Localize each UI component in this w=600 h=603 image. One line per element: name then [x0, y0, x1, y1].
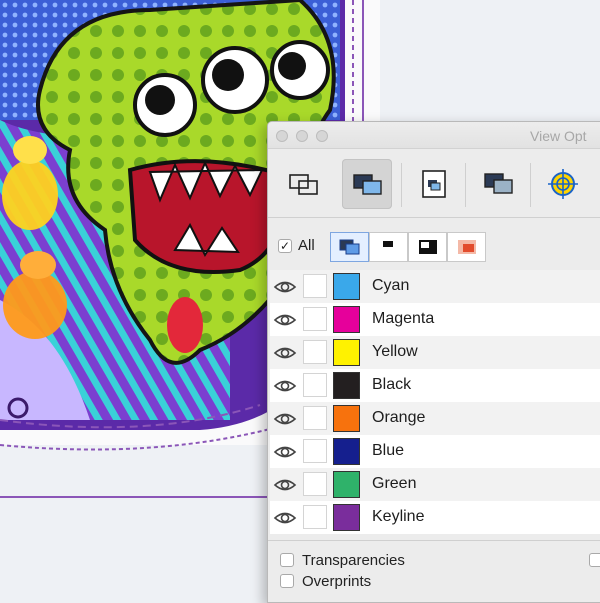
ink-lock-toggle[interactable] [303, 340, 327, 364]
ink-lock-toggle[interactable] [303, 307, 327, 331]
ink-name: Orange [372, 409, 426, 426]
composite-filter-button[interactable] [330, 232, 369, 262]
ink-swatch [333, 405, 360, 432]
ink-row[interactable]: Blue [270, 435, 600, 468]
eye-icon[interactable] [273, 475, 297, 495]
palette-title: View Opt [530, 128, 587, 144]
toolbar-divider [465, 163, 466, 207]
ink-swatch [333, 273, 360, 300]
all-inks-checkbox[interactable]: ✓ [278, 239, 292, 253]
stacked-rectangles-icon [289, 174, 318, 195]
transparencies-label: Transparencies [302, 552, 405, 569]
black-corner-filter-button[interactable] [408, 232, 447, 262]
ink-name: Black [372, 376, 412, 393]
ink-row[interactable]: Black [270, 369, 600, 402]
minimize-window-button[interactable] [296, 130, 308, 142]
separations-view-button[interactable] [278, 159, 328, 209]
eye-icon[interactable] [273, 508, 297, 528]
registration-target-icon [548, 169, 578, 199]
ink-lock-toggle[interactable] [303, 406, 327, 430]
eye-icon[interactable] [273, 442, 297, 462]
ink-name: Cyan [372, 277, 410, 294]
eye-icon[interactable] [273, 277, 297, 297]
options-footer: Transparencies Overprints [268, 540, 600, 602]
zoom-window-button[interactable] [316, 130, 328, 142]
ink-name: Yellow [372, 343, 418, 360]
filled-stacked-rectangles-icon [353, 174, 382, 195]
ink-row[interactable]: Keyline [270, 501, 600, 534]
all-inks-label: All [298, 237, 315, 254]
ink-lock-toggle[interactable] [303, 472, 327, 496]
black-top-icon [380, 240, 398, 254]
ink-name: Magenta [372, 310, 435, 327]
ink-row[interactable]: Magenta [270, 303, 600, 336]
eye-icon[interactable] [273, 343, 297, 363]
transparencies-checkbox[interactable] [280, 553, 294, 567]
ink-name: Green [372, 475, 417, 492]
overprints-label: Overprints [302, 573, 372, 590]
ink-swatch [333, 504, 360, 531]
ink-name: Blue [372, 442, 405, 459]
ink-row[interactable]: Green [270, 468, 600, 501]
ink-swatch [333, 471, 360, 498]
ink-row[interactable]: Yellow [270, 336, 600, 369]
eye-icon[interactable] [273, 376, 297, 396]
palette-titlebar[interactable]: View Opt [268, 122, 600, 149]
ink-lock-toggle[interactable] [303, 439, 327, 463]
ink-swatch [333, 339, 360, 366]
overlap-view-button[interactable] [473, 159, 523, 209]
ink-swatch [333, 438, 360, 465]
ink-name: Keyline [372, 508, 425, 525]
ink-row[interactable]: Orange [270, 402, 600, 435]
black-top-filter-button[interactable] [369, 232, 408, 262]
close-window-button[interactable] [276, 130, 288, 142]
registration-view-button[interactable] [538, 159, 588, 209]
ink-row[interactable]: Cyan [270, 270, 600, 303]
composite-view-button[interactable] [342, 159, 392, 209]
view-options-palette: View Opt ✓ All Cyan Magenta Yellow Black… [267, 121, 600, 603]
shadow-rectangles-icon [484, 173, 513, 194]
secondary-option-checkbox[interactable] [589, 553, 600, 567]
ink-lock-toggle[interactable] [303, 505, 327, 529]
ink-lock-toggle[interactable] [303, 274, 327, 298]
eye-icon[interactable] [273, 409, 297, 429]
ink-swatch [333, 372, 360, 399]
inset-plate-icon [422, 170, 446, 198]
plate-view-button[interactable] [408, 159, 458, 209]
ink-lock-toggle[interactable] [303, 373, 327, 397]
red-preview-filter-button[interactable] [447, 232, 486, 262]
overprints-checkbox[interactable] [280, 574, 294, 588]
black-corner-icon [419, 240, 437, 254]
red-preview-icon [458, 240, 476, 254]
view-mode-toolbar [268, 149, 600, 218]
ink-filter-row: ✓ All [268, 228, 600, 266]
composite-icon [339, 239, 360, 255]
toolbar-divider [401, 163, 402, 207]
ink-swatch [333, 306, 360, 333]
toolbar-divider [530, 163, 531, 207]
ink-list: Cyan Magenta Yellow Black Orange Blue Green Key… [270, 270, 600, 534]
eye-icon[interactable] [273, 310, 297, 330]
